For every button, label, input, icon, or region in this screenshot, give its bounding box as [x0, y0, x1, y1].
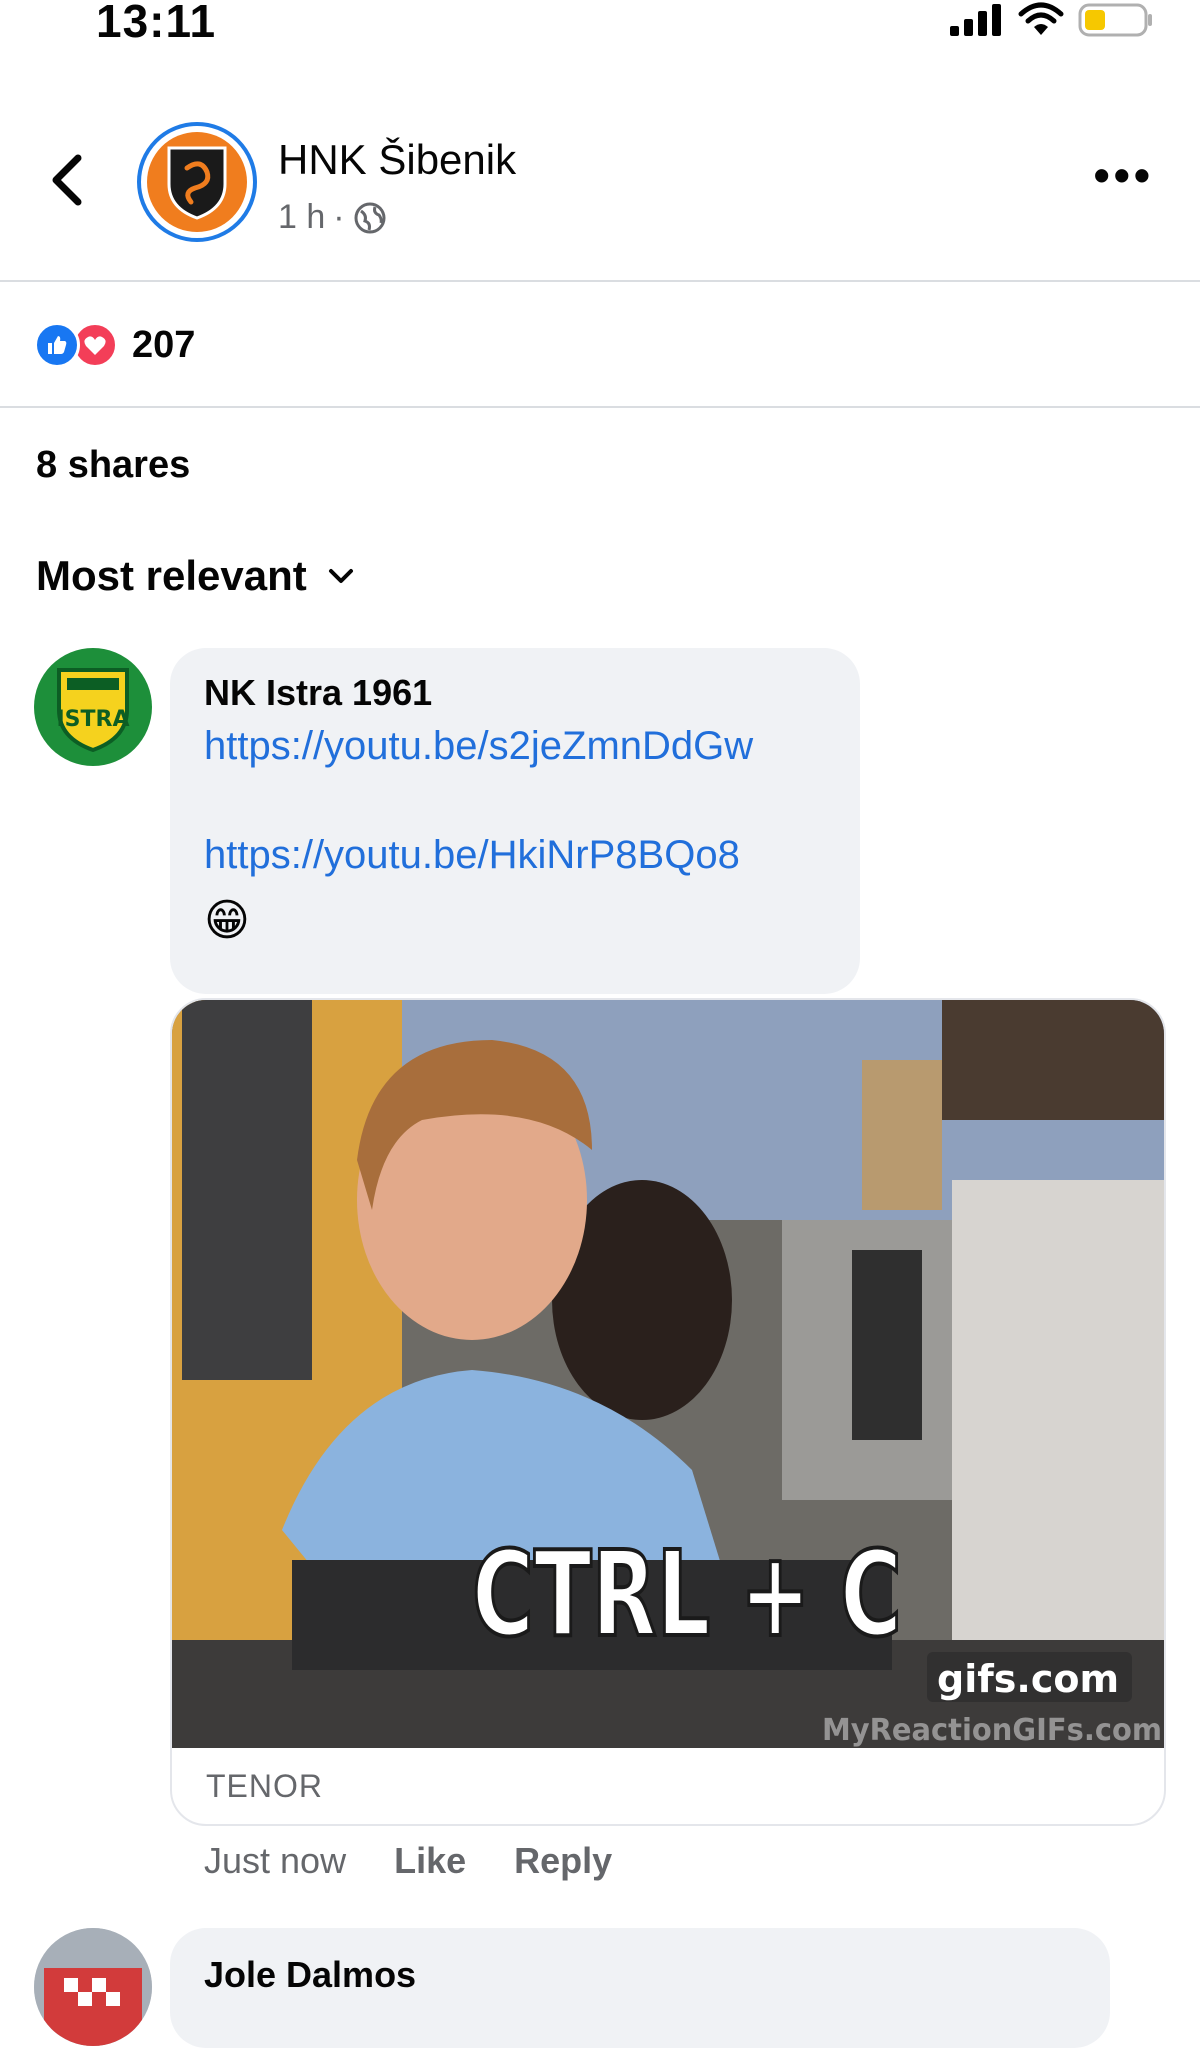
commenter-avatar[interactable]: ISTRA: [34, 648, 152, 766]
wifi-icon: [1018, 2, 1064, 35]
battery-icon: [1078, 3, 1152, 37]
gif-source-label: TENOR: [206, 1768, 323, 1804]
page-name[interactable]: HNK Šibenik: [278, 136, 516, 184]
more-options-icon[interactable]: •••: [1094, 152, 1154, 198]
club-crest-icon: ISTRA: [56, 668, 130, 752]
reply-button[interactable]: Reply: [514, 1840, 612, 1882]
comment-bubble: NK Istra 1961 https://youtu.be/s2jeZmnDd…: [170, 648, 860, 994]
comment-time: Just now: [204, 1840, 347, 1881]
back-chevron-icon[interactable]: [48, 152, 88, 208]
comment-link-2[interactable]: https://youtu.be/HkiNrP8BQo8: [204, 833, 826, 878]
gif-watermark-2: MyReactionGIFs.com: [822, 1713, 1162, 1748]
gif-watermark: gifs.com: [937, 1657, 1119, 1701]
gif-image[interactable]: CTRL + C gifs.com MyReactionGIFs.com: [172, 1000, 1166, 1748]
stats-divider: [0, 406, 1200, 408]
club-crest-icon: [147, 132, 247, 232]
comment-author-2[interactable]: Jole Dalmos: [204, 1954, 416, 1996]
gif-caption: CTRL + C: [472, 1525, 902, 1663]
meta-separator: ·: [333, 198, 345, 236]
like-reaction-icon: [34, 322, 80, 368]
gif-attachment[interactable]: CTRL + C gifs.com MyReactionGIFs.com TEN…: [170, 998, 1166, 1826]
comment-actions: Just now Like Reply: [204, 1840, 612, 1882]
comment-link-1[interactable]: https://youtu.be/s2jeZmnDdGw: [204, 724, 826, 769]
like-button[interactable]: Like: [394, 1840, 466, 1882]
status-time: 13:11: [96, 0, 217, 47]
comments-sort-dropdown[interactable]: Most relevant: [36, 552, 355, 600]
signal-icon: [950, 4, 1001, 36]
commenter-avatar-2[interactable]: [34, 1928, 152, 2046]
header-divider: [0, 280, 1200, 282]
page-avatar[interactable]: [137, 122, 257, 242]
svg-text:ISTRA: ISTRA: [56, 707, 129, 732]
reactions-summary[interactable]: 207: [34, 322, 195, 368]
chevron-down-icon: [328, 569, 353, 583]
grinning-emoji-icon: 😁: [204, 896, 250, 945]
globe-icon: [354, 202, 386, 233]
shares-count[interactable]: 8 shares: [36, 444, 190, 487]
post-time: 1 h: [278, 198, 326, 236]
reaction-count: 207: [132, 323, 196, 366]
status-icons: [948, 2, 1154, 38]
post-meta: 1 h ·: [278, 198, 387, 237]
sort-label: Most relevant: [36, 552, 307, 599]
comment-author[interactable]: NK Istra 1961: [204, 672, 826, 714]
